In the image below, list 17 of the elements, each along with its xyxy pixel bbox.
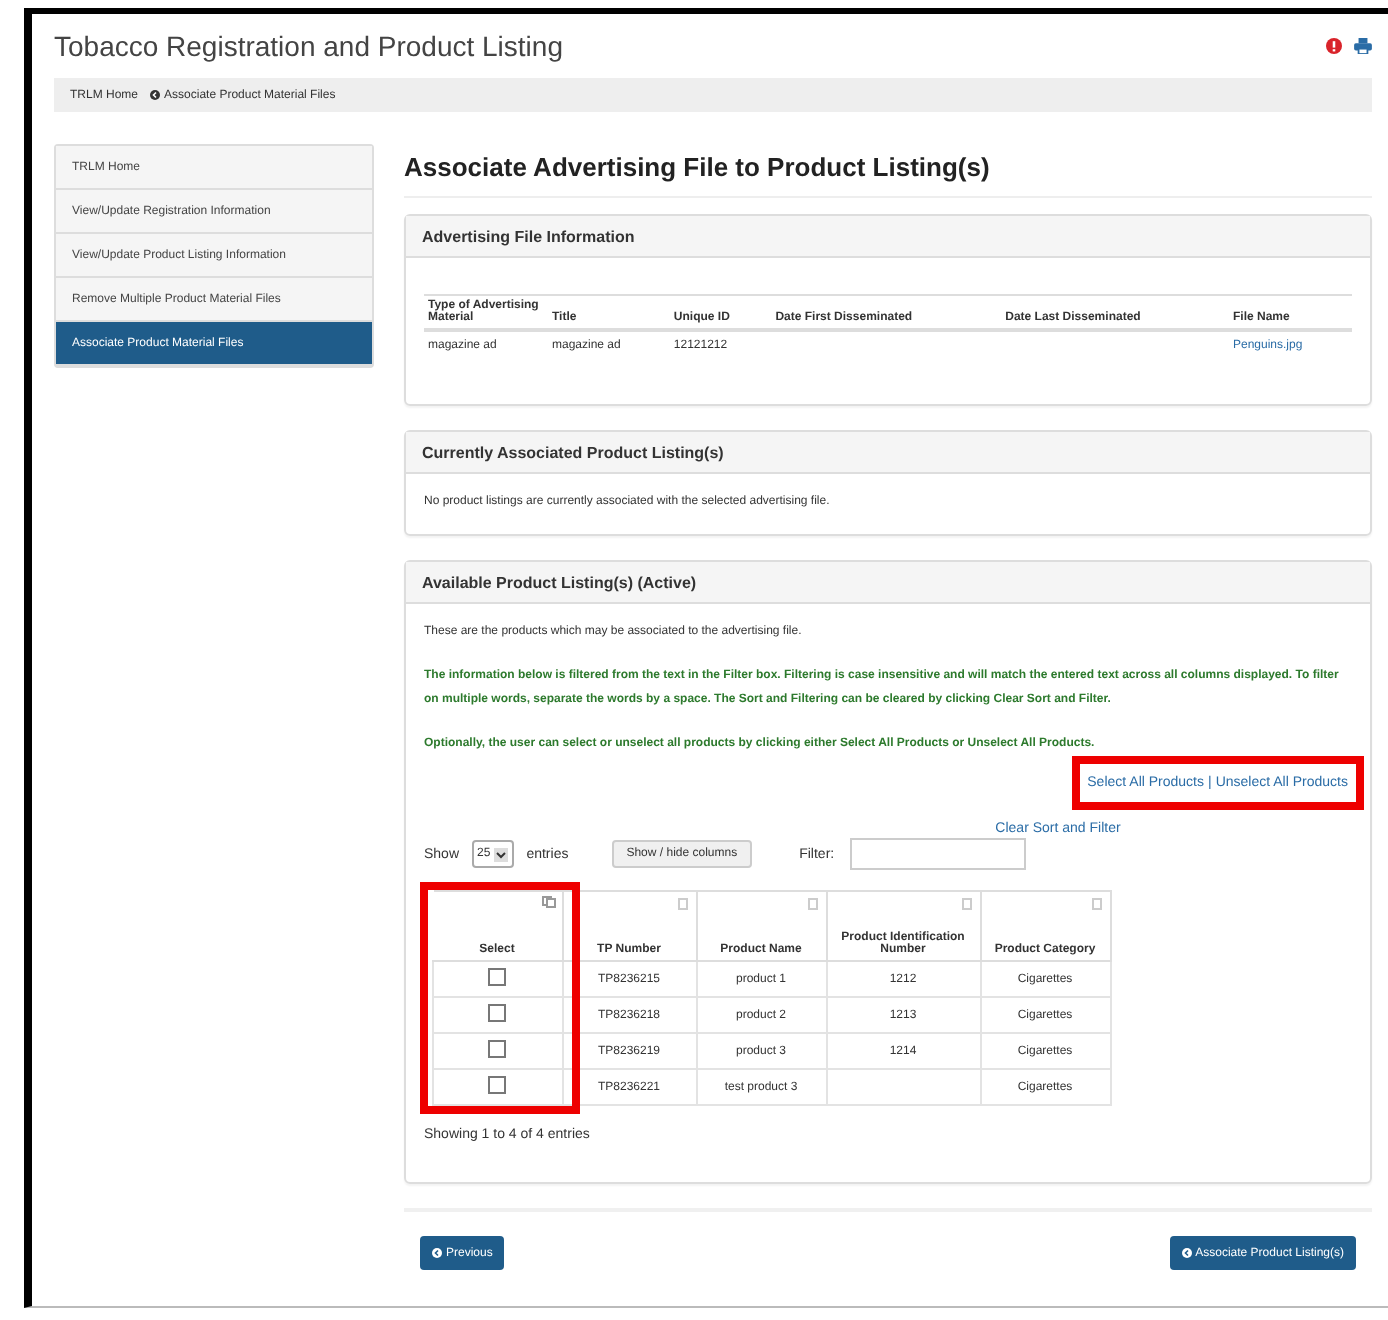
page-heading: Associate Advertising File to Product Listing(s) (404, 144, 1372, 198)
row-checkbox[interactable] (488, 1004, 507, 1022)
row-checkbox[interactable] (488, 1040, 507, 1058)
panel-title: Available Product Listing(s) (Active) (406, 562, 1370, 604)
column-toggle-icon[interactable] (541, 896, 555, 908)
panel-title: Advertising File Information (406, 216, 1370, 258)
chevron-down-icon[interactable] (494, 847, 509, 861)
arrow-icon (1181, 1248, 1192, 1258)
print-icon[interactable] (1354, 38, 1372, 54)
row-checkbox[interactable] (488, 968, 507, 986)
help-icon[interactable] (1326, 38, 1342, 54)
arrow-icon (150, 90, 161, 100)
filter-field[interactable] (850, 838, 1027, 870)
app-title: Tobacco Registration and Product Listing (54, 30, 563, 62)
panel-title: Currently Associated Product Listing(s) (406, 432, 1370, 474)
arrow-icon (432, 1248, 442, 1258)
row-checkbox[interactable] (488, 1076, 507, 1094)
